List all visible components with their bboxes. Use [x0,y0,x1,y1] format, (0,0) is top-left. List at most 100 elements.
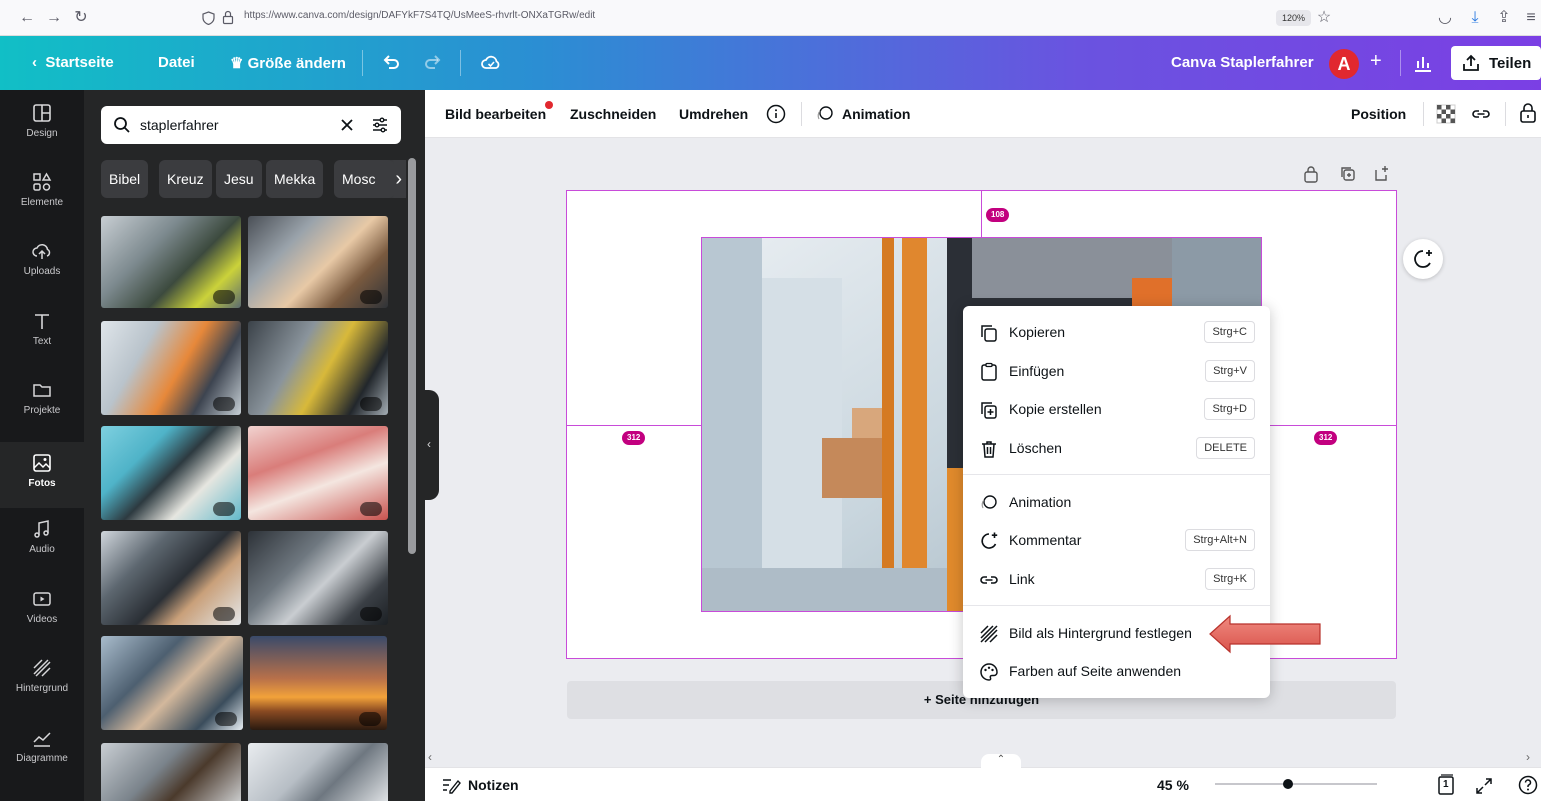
photo-thumbnail[interactable] [248,531,388,625]
photo-thumbnail[interactable] [101,636,243,730]
sidebar-rail: Design Elemente Uploads Text Projekte Fo… [0,90,84,801]
link-icon[interactable] [1471,104,1491,124]
suggestion-chip[interactable]: Bibel [101,160,149,198]
add-page-icon[interactable] [1374,165,1390,182]
photo-thumbnail[interactable] [248,216,388,308]
copy-icon [981,325,997,342]
clear-icon[interactable] [340,118,354,132]
suggestion-chip[interactable]: Jesu [216,160,262,198]
photo-thumbnail[interactable] [248,743,388,801]
suggestion-chip[interactable]: Kreuz [159,160,212,198]
sidebar-item-audio[interactable]: Audio [0,518,84,582]
cloud-upload-icon [32,243,51,259]
forward-icon[interactable]: → [45,9,63,27]
zoom-slider[interactable] [1215,783,1377,785]
photo-thumbnail[interactable] [250,636,387,730]
animation-label: Animation [842,106,911,122]
photo-thumbnail[interactable] [101,531,241,625]
file-menu-button[interactable]: Datei [158,54,195,71]
reload-icon[interactable]: ↻ [72,9,90,27]
menu-item-label: Farben auf Seite anwenden [1009,663,1182,679]
menu-icon[interactable]: ≡ [1522,9,1540,27]
menu-item-comment[interactable]: Kommentar Strg+Alt+N [963,521,1270,559]
bookmark-star-icon[interactable]: ☆ [1315,9,1333,27]
cloud-saved-icon[interactable] [480,52,502,74]
undo-icon[interactable] [380,52,402,74]
add-comment-button[interactable] [1403,239,1443,279]
photo-thumbnail[interactable] [101,743,241,801]
home-button[interactable]: ‹ Startseite [32,54,114,71]
zoom-value[interactable]: 45 % [1157,777,1189,793]
url-bar[interactable]: https://www.canva.com/design/DAFYkF7S4TQ… [196,6,1346,30]
sidebar-item-background[interactable]: Hintergrund [0,657,84,721]
redo-icon[interactable] [422,52,444,74]
sidebar-item-elements[interactable]: Elemente [0,171,84,235]
sidebar-item-projects[interactable]: Projekte [0,379,84,443]
back-icon[interactable]: ← [18,9,36,27]
info-icon[interactable] [766,104,786,124]
filter-icon[interactable] [371,116,389,134]
download-icon[interactable]: ⤓ [1466,9,1484,27]
menu-item-delete[interactable]: Löschen DELETE [963,429,1270,467]
collapse-panel-button[interactable]: ‹ [425,390,439,500]
share-button[interactable]: Teilen [1451,46,1541,80]
clipboard-icon [981,362,997,381]
photo-thumbnail[interactable] [101,426,241,520]
premium-crown-icon [360,607,382,621]
shortcut-badge: Strg+C [1204,321,1255,343]
duplicate-page-icon[interactable] [1340,166,1356,182]
transparency-icon[interactable] [1436,104,1456,124]
expand-pages-icon[interactable]: ⌃ [981,754,1021,768]
menu-item-link[interactable]: Link Strg+K [963,560,1270,598]
menu-item-animation[interactable]: Animation [963,483,1270,521]
fullscreen-icon[interactable] [1475,777,1493,795]
analytics-icon[interactable] [1412,52,1434,74]
sidebar-item-label: Design [26,128,58,139]
premium-crown-icon [360,397,382,411]
help-icon[interactable] [1518,775,1538,795]
crop-button[interactable]: Zuschneiden [570,106,656,122]
browser-toolbar: ← → ↻ https://www.canva.com/design/DAFYk… [0,0,1541,36]
photo-thumbnail[interactable] [101,216,241,308]
photo-thumbnail[interactable] [248,426,388,520]
browser-zoom-badge[interactable]: 120% [1276,10,1312,26]
suggestion-chip[interactable]: Mekka [266,160,324,198]
distance-badge: 108 [986,208,1010,222]
page-count: 1 [1443,779,1449,790]
sidebar-item-uploads[interactable]: Uploads [0,240,84,304]
photo-thumbnail[interactable] [248,321,388,415]
resize-button[interactable]: ♛ Größe ändern [230,54,346,72]
search-input[interactable]: staplerfahrer [101,106,401,144]
lock-page-icon[interactable] [1303,165,1319,183]
design-title[interactable]: Canva Staplerfahrer [1171,54,1314,71]
sidebar-item-design[interactable]: Design [0,102,84,166]
panel-scrollbar[interactable] [408,158,416,554]
upload-share-icon [1463,54,1479,71]
sidebar-item-videos[interactable]: Videos [0,588,84,652]
sidebar-item-text[interactable]: Text [0,310,84,374]
menu-item-duplicate[interactable]: Kopie erstellen Strg+D [963,390,1270,428]
sidebar-item-photos[interactable]: Fotos [0,442,84,508]
menu-item-apply-colors[interactable]: Farben auf Seite anwenden [963,652,1270,690]
notification-dot [545,101,553,109]
menu-separator [963,474,1270,475]
chips-next-icon[interactable]: › [376,160,406,198]
duplicate-icon [981,402,997,419]
scroll-right-icon[interactable]: › [1526,750,1530,764]
invite-plus-icon[interactable]: + [1370,50,1382,73]
notes-button[interactable]: Notizen [468,777,519,793]
flip-button[interactable]: Umdrehen [679,106,748,122]
position-button[interactable]: Position [1351,106,1406,122]
photo-thumbnail[interactable] [101,321,241,415]
sidebar-item-charts[interactable]: Diagramme [0,727,84,791]
avatar[interactable]: A [1329,49,1359,79]
share-page-icon[interactable]: ⇪ [1495,9,1513,27]
premium-crown-icon [359,712,381,726]
divider [460,50,461,76]
lock-icon[interactable] [1518,102,1538,124]
edit-image-button[interactable]: Bild bearbeiten [445,106,546,122]
menu-item-paste[interactable]: Einfügen Strg+V [963,352,1270,390]
menu-item-copy[interactable]: Kopieren Strg+C [963,313,1270,351]
scroll-left-icon[interactable]: ‹ [428,750,432,764]
pocket-icon[interactable]: ◡ [1436,9,1454,27]
